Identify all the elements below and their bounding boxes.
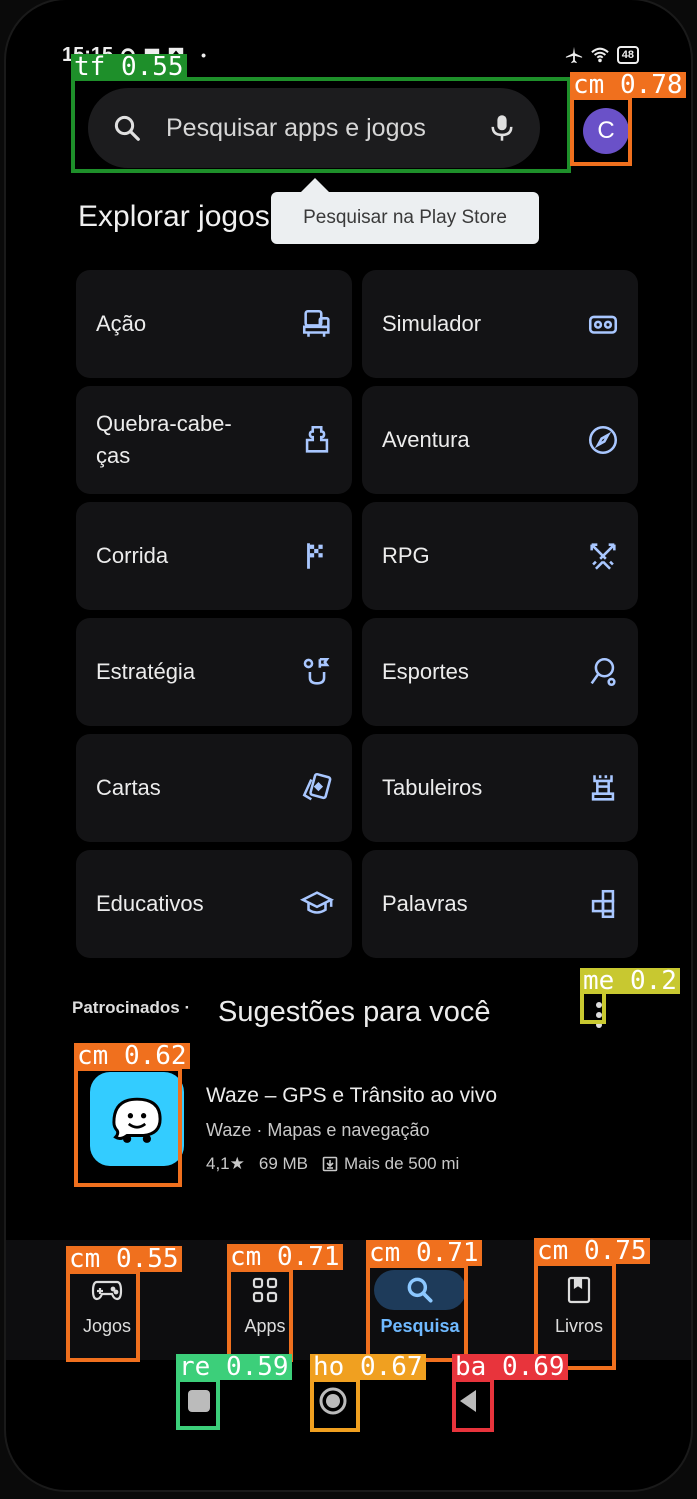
battery-icon: 48 (616, 46, 639, 64)
annotation-label: cm 0.71 (227, 1244, 343, 1270)
crossed-swords-icon (590, 543, 616, 570)
word-tiles-icon (591, 889, 615, 919)
annotation-box-back (452, 1378, 494, 1432)
category-label: Estratégia (96, 659, 196, 684)
category-tabuleiros[interactable]: Tabuleiros (362, 734, 638, 842)
app-developer: Waze (206, 1120, 252, 1140)
chess-rook-icon (591, 775, 615, 801)
sponsored-label: Patrocinados (72, 998, 180, 1017)
category-estrategia[interactable]: Estratégia (76, 618, 352, 726)
annotation-label: ba 0.69 (452, 1354, 568, 1380)
category-aventura[interactable]: Aventura (362, 386, 638, 494)
category-label: Quebra-cabe-ças (96, 411, 232, 468)
category-corrida[interactable]: Corrida (76, 502, 352, 610)
app-downloads: Mais de 500 mi (344, 1154, 460, 1173)
category-grid: Ação Simulador Quebra-cabe-ças Aventura … (76, 270, 638, 958)
category-label: Corrida (96, 543, 169, 568)
strategy-icon (303, 657, 330, 685)
dot-icon: • (201, 47, 207, 63)
category-label: RPG (382, 543, 430, 568)
annotation-box-nav-jogos (66, 1270, 140, 1362)
checkered-flag-icon (307, 543, 323, 569)
vr-headset-icon (588, 315, 618, 334)
separator: · (184, 998, 191, 1017)
section-title: Explorar jogos (78, 200, 270, 233)
annotation-box-nav-pesquisa (366, 1264, 468, 1362)
annotation-box-recents (176, 1378, 220, 1430)
airplane-icon (565, 46, 582, 64)
category-label: Ação (96, 311, 147, 336)
app-name: Waze – GPS e Trânsito ao vivo (206, 1084, 498, 1107)
category-acao[interactable]: Ação (76, 270, 352, 378)
annotation-label: me 0.2 (580, 968, 680, 994)
category-esportes[interactable]: Esportes (362, 618, 638, 726)
category-label: Simulador (382, 311, 482, 336)
separator: · (256, 1120, 263, 1140)
annotation-box-avatar (570, 96, 632, 166)
puzzle-icon (305, 425, 329, 453)
annotation-label: cm 0.71 (366, 1240, 482, 1266)
category-educativos[interactable]: Educativos (76, 850, 352, 958)
category-label: Tabuleiros (382, 775, 483, 800)
annotation-label: cm 0.78 (570, 72, 686, 98)
annotation-box-app-icon (74, 1067, 182, 1187)
category-label: Educativos (96, 891, 204, 916)
search-tooltip: Pesquisar na Play Store (271, 178, 539, 244)
category-cartas[interactable]: Cartas (76, 734, 352, 842)
app-size: 69 MB (258, 1154, 309, 1173)
annotation-label: cm 0.55 (66, 1246, 182, 1272)
category-rpg[interactable]: RPG (362, 502, 638, 610)
category-label: Palavras (382, 891, 468, 916)
compass-icon (588, 425, 618, 455)
cards-icon (302, 772, 332, 801)
racket-icon (590, 657, 616, 687)
category-label: Aventura (382, 427, 470, 452)
annotation-label: cm 0.62 (74, 1043, 190, 1069)
category-palavras[interactable]: Palavras (362, 850, 638, 958)
annotation-label: ho 0.67 (310, 1354, 426, 1380)
arcade-icon (302, 309, 330, 337)
app-rating: 4,1★ (206, 1154, 245, 1173)
annotation-box-textfield (71, 77, 571, 173)
graduation-cap-icon (300, 891, 334, 914)
category-simulador[interactable]: Simulador (362, 270, 638, 378)
app-category: Mapas e navegação (267, 1120, 430, 1140)
annotation-label: tf 0.55 (71, 54, 187, 80)
suggestions-title: Sugestões para você (218, 996, 491, 1028)
category-label: Esportes (382, 659, 469, 684)
annotation-box-home (310, 1378, 360, 1432)
annotation-label: cm 0.75 (534, 1238, 650, 1264)
annotation-box-nav-apps (227, 1268, 293, 1362)
download-icon (322, 1156, 338, 1172)
wifi-icon (590, 47, 609, 63)
category-label: Cartas (96, 775, 161, 800)
category-quebra-cabecas[interactable]: Quebra-cabe-ças (76, 386, 352, 494)
annotation-label: re 0.59 (176, 1354, 292, 1380)
